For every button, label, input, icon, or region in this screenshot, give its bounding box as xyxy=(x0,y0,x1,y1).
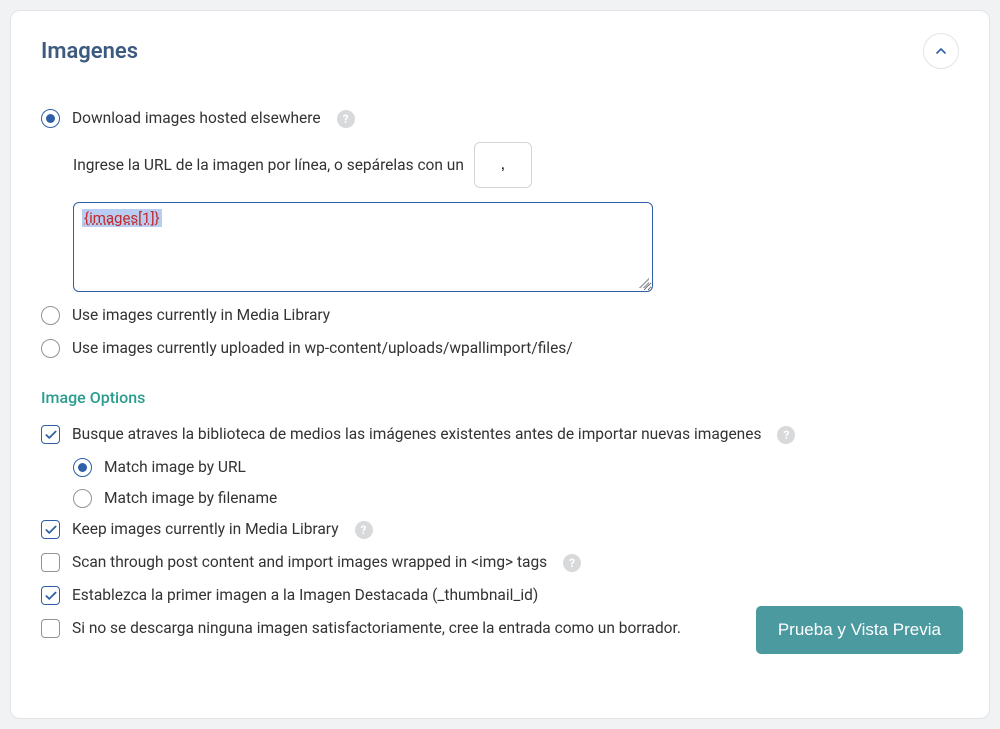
checkbox-set-featured[interactable]: Establezca la primer imagen a la Imagen … xyxy=(41,586,959,605)
radio-label: Match image by URL xyxy=(104,458,246,477)
checkbox-input[interactable] xyxy=(41,520,60,539)
checkbox-scan-img-tags[interactable]: Scan through post content and import ima… xyxy=(41,553,959,572)
url-instruction-text: Ingrese la URL de la imagen por línea, o… xyxy=(73,156,464,174)
checkbox-label: Establezca la primer imagen a la Imagen … xyxy=(72,586,538,605)
radio-uploads-dir[interactable]: Use images currently uploaded in wp-cont… xyxy=(41,339,959,358)
radio-input[interactable] xyxy=(41,339,60,358)
radio-label: Use images currently in Media Library xyxy=(72,306,330,325)
checkbox-row[interactable]: Busque atraves la biblioteca de medios l… xyxy=(41,425,959,444)
download-subsection: Ingrese la URL de la imagen por línea, o… xyxy=(73,142,959,292)
radio-label: Download images hosted elsewhere xyxy=(72,109,321,128)
radio-label: Match image by filename xyxy=(104,489,277,508)
panel-title: Imagenes xyxy=(41,39,138,64)
images-panel: Imagenes Download images hosted elsewher… xyxy=(10,10,990,719)
radio-match-filename[interactable]: Match image by filename xyxy=(73,489,959,508)
radio-match-url[interactable]: Match image by URL xyxy=(73,458,959,477)
checkbox-label: Scan through post content and import ima… xyxy=(72,553,547,572)
checkbox-keep-current[interactable]: Keep images currently in Media Library ? xyxy=(41,520,959,539)
checkbox-input[interactable] xyxy=(41,586,60,605)
option-search-existing: Busque atraves la biblioteca de medios l… xyxy=(41,425,959,508)
image-urls-textarea[interactable]: {images[1]} xyxy=(73,202,653,292)
radio-input[interactable] xyxy=(73,458,92,477)
match-options: Match image by URL Match image by filena… xyxy=(73,458,959,508)
radio-download-elsewhere[interactable]: Download images hosted elsewhere ? xyxy=(41,109,959,128)
help-icon[interactable]: ? xyxy=(355,521,373,539)
checkbox-input[interactable] xyxy=(41,619,60,638)
check-icon xyxy=(44,523,58,537)
checkbox-label: Busque atraves la biblioteca de medios l… xyxy=(72,425,761,444)
checkbox-label: Keep images currently in Media Library xyxy=(72,520,339,539)
image-options-title: Image Options xyxy=(41,388,959,407)
radio-input[interactable] xyxy=(41,109,60,128)
radio-label: Use images currently uploaded in wp-cont… xyxy=(72,339,573,358)
chevron-up-icon xyxy=(933,43,949,59)
help-icon[interactable]: ? xyxy=(337,110,355,128)
textarea-content: {images[1]} xyxy=(82,209,162,227)
separator-input[interactable] xyxy=(474,142,532,188)
url-instruction-line: Ingrese la URL de la imagen por línea, o… xyxy=(73,142,959,188)
radio-input[interactable] xyxy=(73,489,92,508)
checkbox-label: Si no se descarga ninguna imagen satisfa… xyxy=(72,619,681,638)
check-icon xyxy=(44,428,58,442)
help-icon[interactable]: ? xyxy=(777,426,795,444)
check-icon xyxy=(44,589,58,603)
checkbox-input[interactable] xyxy=(41,425,60,444)
help-icon[interactable]: ? xyxy=(563,554,581,572)
preview-button[interactable]: Prueba y Vista Previa xyxy=(756,606,963,654)
panel-header: Imagenes xyxy=(41,33,959,69)
radio-media-library[interactable]: Use images currently in Media Library xyxy=(41,306,959,325)
radio-input[interactable] xyxy=(41,306,60,325)
checkbox-input[interactable] xyxy=(41,553,60,572)
collapse-button[interactable] xyxy=(923,33,959,69)
